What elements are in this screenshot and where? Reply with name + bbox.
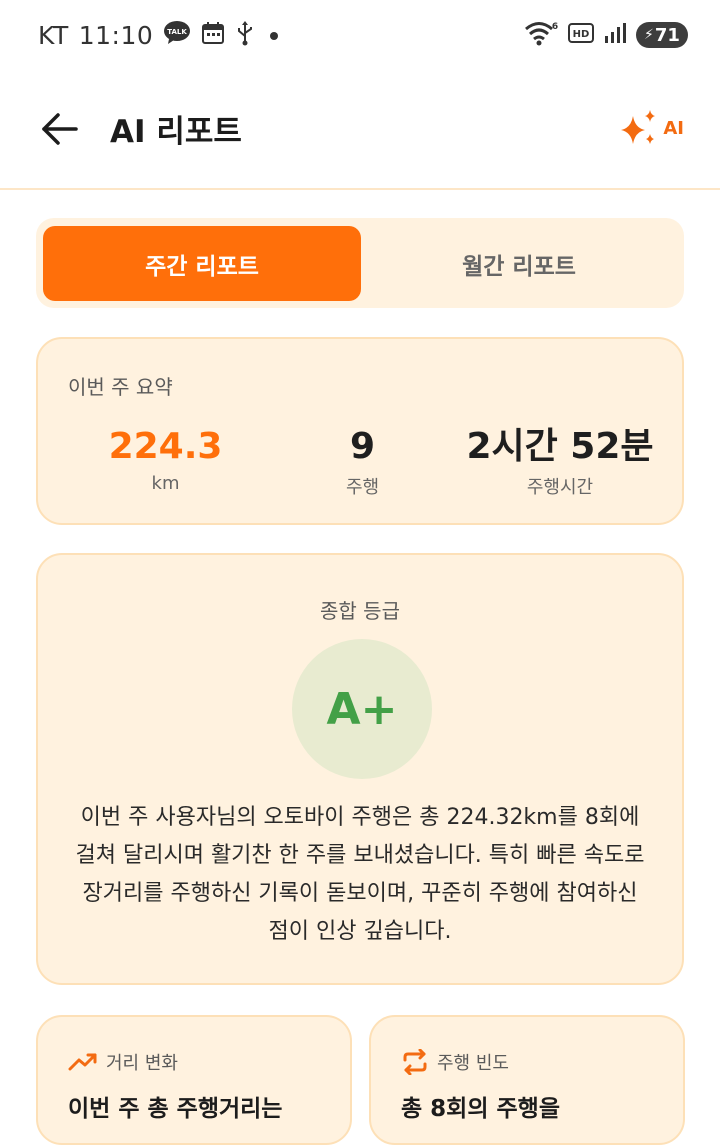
rides-value: 9 (349, 426, 376, 467)
sparkle-icon (621, 110, 656, 144)
battery-level: 71 (654, 24, 680, 46)
back-button[interactable] (38, 108, 80, 150)
back-arrow-icon (42, 113, 78, 145)
rides-stat: 9 주행 (275, 425, 450, 499)
tab-weekly-report[interactable]: 주간 리포트 (43, 226, 361, 301)
kakaotalk-icon: TALK (163, 21, 191, 49)
charging-icon: ⚡ (644, 27, 654, 43)
status-right: 6 HD ⚡ 71 (524, 20, 688, 50)
ai-button[interactable]: AI (619, 108, 684, 148)
app-header: AI 리포트 AI (0, 72, 720, 190)
distance-change-label: 거리 변화 (106, 1053, 178, 1074)
ai-label: AI (663, 117, 684, 139)
notification-dot-icon (265, 26, 283, 45)
calendar-icon (201, 21, 225, 49)
grade-badge: A+ (292, 639, 432, 779)
wifi-badge-text: 6 (552, 22, 558, 32)
weekly-summary-card: 이번 주 요약 224.3 km 9 주행 2시간 52분 주행시간 (36, 337, 684, 525)
rides-label: 주행 (345, 477, 380, 498)
distance-unit: km (151, 473, 180, 494)
hd-icon: HD (568, 22, 594, 48)
wifi-icon: 6 (524, 20, 558, 50)
usb-icon (235, 20, 255, 50)
ride-time-label: 주행시간 (526, 477, 594, 498)
ride-frequency-header: 주행 빈도 (401, 1049, 509, 1075)
distance-change-text: 이번 주 총 주행거리는 (68, 1096, 283, 1122)
ride-frequency-label: 주행 빈도 (437, 1053, 509, 1074)
battery-indicator: ⚡ 71 (636, 22, 688, 48)
status-time: 11:10 (78, 20, 154, 50)
ride-frequency-text: 총 8회의 주행을 (401, 1096, 560, 1122)
distance-change-header: 거리 변화 (68, 1049, 178, 1075)
ride-frequency-card[interactable]: 주행 빈도 총 8회의 주행을 (369, 1015, 685, 1145)
ride-time-value: 2시간 52분 (466, 426, 654, 467)
talk-badge-text: TALK (168, 28, 188, 36)
overall-grade-card: 종합 등급 A+ 이번 주 사용자님의 오토바이 주행은 총 224.32km를… (36, 553, 684, 985)
status-bar: KT 11:10 TALK 6 HD ⚡ 71 (0, 0, 720, 72)
hd-badge-text: HD (573, 29, 590, 40)
tab-monthly-report[interactable]: 월간 리포트 (360, 226, 678, 301)
page-title: AI 리포트 (110, 114, 242, 150)
ride-time-stat: 2시간 52분 주행시간 (450, 425, 670, 499)
distance-change-card[interactable]: 거리 변화 이번 주 총 주행거리는 (36, 1015, 352, 1145)
status-carrier: KT (38, 20, 69, 50)
grade-description: 이번 주 사용자님의 오토바이 주행은 총 224.32km를 8회에 걸쳐 달… (75, 805, 645, 944)
distance-stat: 224.3 km (78, 425, 253, 494)
summary-title: 이번 주 요약 (68, 375, 173, 399)
trend-up-icon (68, 1053, 97, 1071)
repeat-icon (403, 1049, 427, 1075)
grade-title: 종합 등급 (320, 599, 400, 623)
signal-icon (604, 22, 626, 48)
report-period-tabs: 주간 리포트 월간 리포트 (36, 218, 684, 308)
distance-value: 224.3 (108, 426, 223, 467)
grade-value: A+ (326, 683, 398, 735)
status-left: KT 11:10 TALK (38, 20, 283, 50)
